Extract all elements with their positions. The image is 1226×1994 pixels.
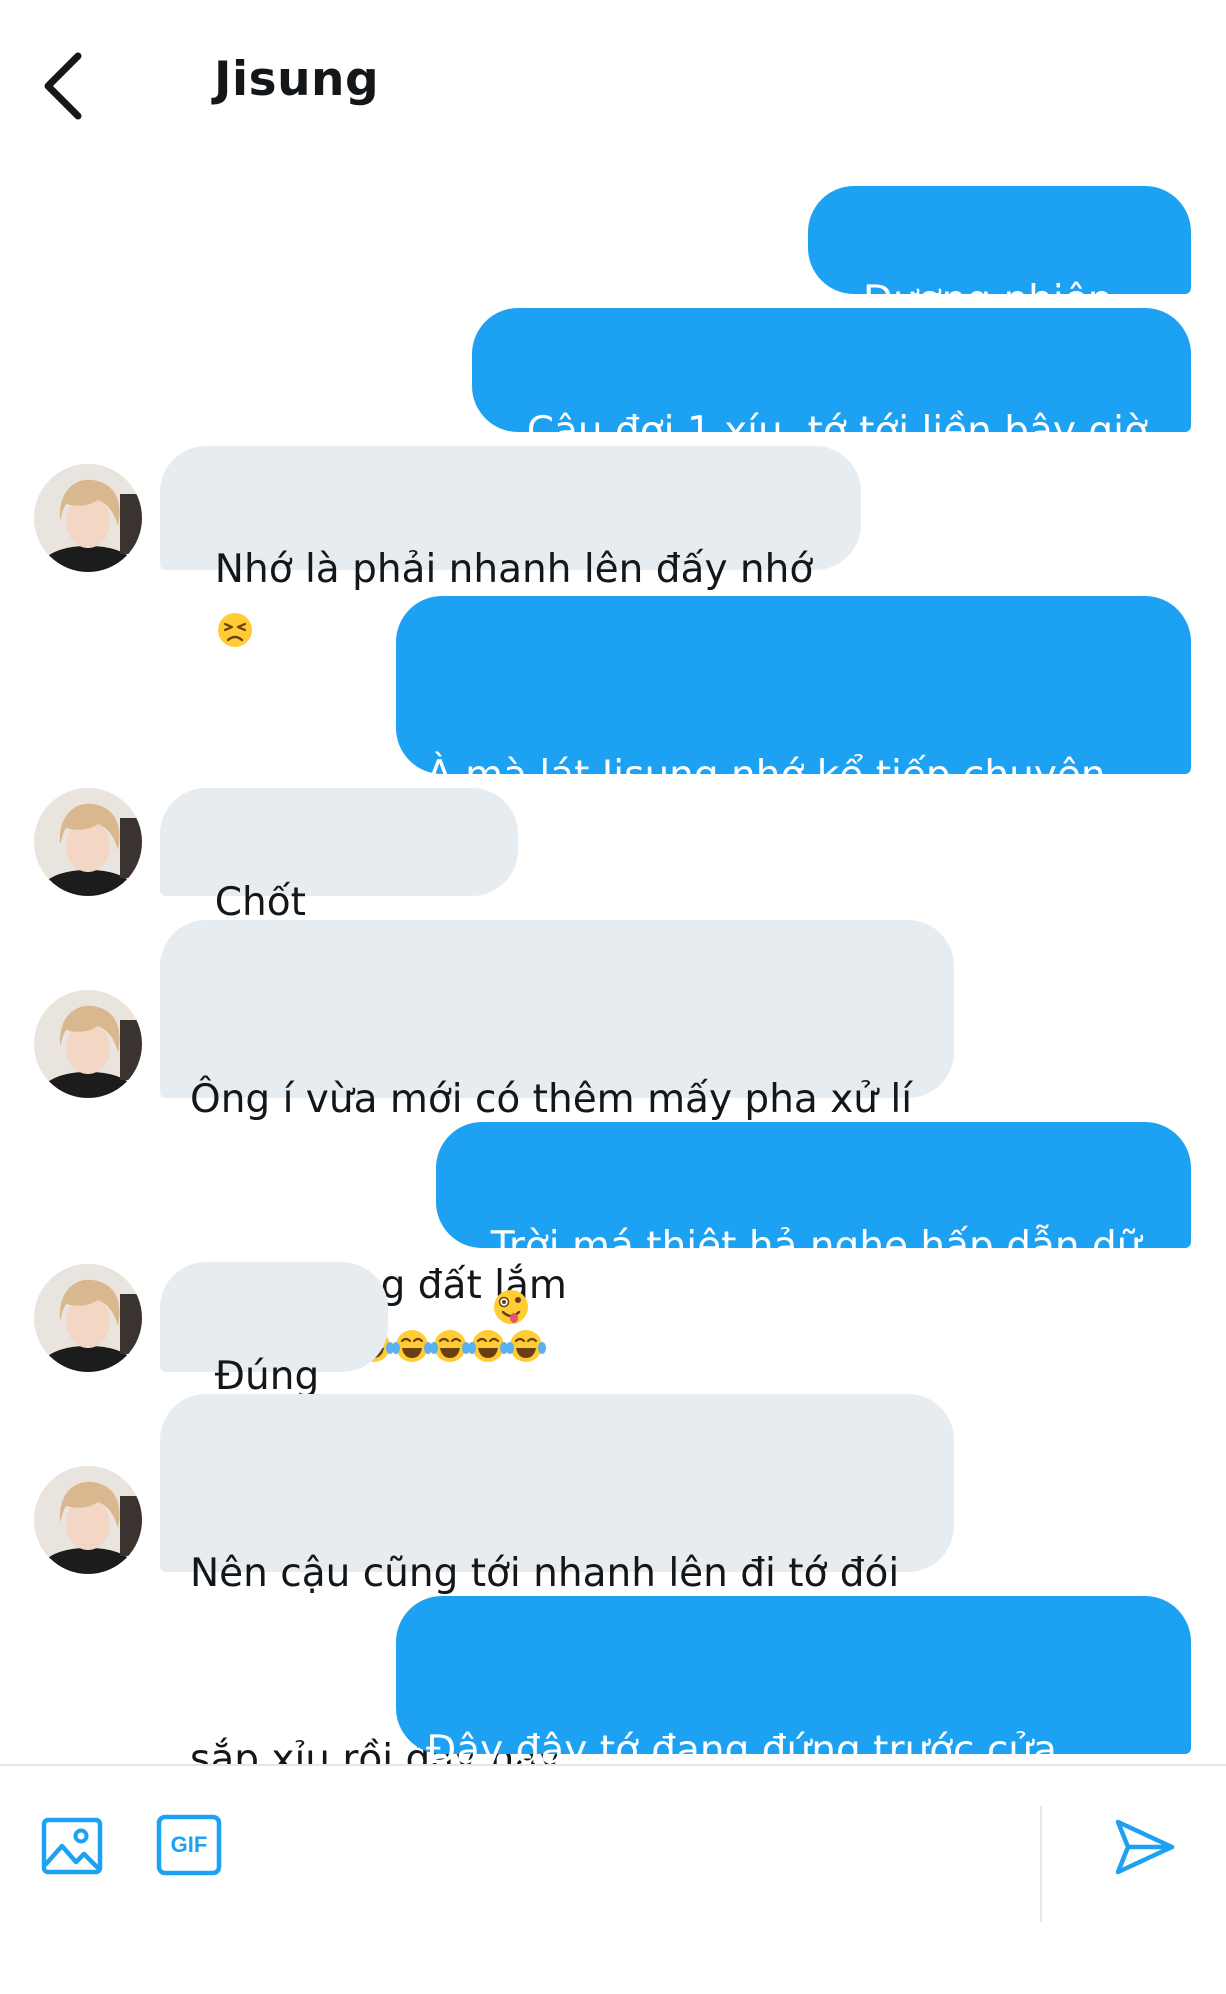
send-icon — [1115, 1819, 1175, 1875]
send-button[interactable] — [1112, 1816, 1178, 1878]
avatar-image — [34, 464, 142, 572]
message-composer: GIF — [0, 1764, 1226, 1922]
avatar[interactable] — [34, 1264, 142, 1372]
avatar-image — [34, 788, 142, 896]
message-incoming[interactable]: Ông í vừa mới có thêm mấy pha xử lí đi v… — [160, 920, 954, 1362]
gif-label: GIF — [170, 1832, 208, 1857]
avatar[interactable] — [34, 990, 142, 1098]
composer-divider — [1040, 1806, 1042, 1922]
avatar-image — [34, 990, 142, 1098]
back-button[interactable] — [36, 48, 96, 124]
tears-of-joy-face-emoji — [429, 1330, 470, 1362]
chat-header: Jisung — [0, 0, 1226, 170]
message-text: Trời má thiệt hả nghe hấp dẫn dữ — [490, 1224, 1142, 1269]
add-image-button[interactable] — [40, 1814, 104, 1878]
message-incoming[interactable]: Chốt đơn~~~~ — [160, 788, 518, 987]
avatar-image — [34, 1264, 142, 1372]
avatar-image — [34, 1466, 142, 1574]
persevering-face-emoji — [217, 613, 252, 647]
zany-face-emoji — [493, 1290, 528, 1324]
message-outgoing[interactable]: Đây đây tớ đang đứng trước cửa quán rồi — [396, 1596, 1191, 1935]
message-outgoing[interactable]: Đương nhiên rồi — [808, 186, 1191, 385]
conversation-title: Jisung — [214, 52, 380, 107]
add-gif-button[interactable]: GIF — [156, 1814, 222, 1876]
message-text: Nhớ là phải nhanh lên đấy nhớ — [214, 547, 814, 592]
message-outgoing[interactable]: Trời má thiệt hả nghe hấp dẫn dữ — [436, 1122, 1191, 1324]
avatar[interactable] — [34, 788, 142, 896]
image-icon — [41, 1817, 103, 1875]
message-incoming[interactable]: Nhớ là phải nhanh lên đấy nhớ — [160, 446, 861, 647]
avatar[interactable] — [34, 1466, 142, 1574]
message-incoming[interactable]: Đúng rồi — [160, 1262, 388, 1461]
message-incoming[interactable]: Nên cậu cũng tới nhanh lên đi tớ đói sắp… — [160, 1394, 954, 1837]
message-outgoing[interactable]: À mà lát Jisung nhớ kể tiếp chuyện ông a… — [396, 596, 1191, 1039]
tears-of-joy-face-emoji — [391, 1330, 432, 1362]
chevron-left-icon — [44, 52, 82, 120]
message-text-line: À mà lát Jisung nhớ kể tiếp chuyện — [426, 753, 1106, 798]
message-outgoing[interactable]: Cậu đợi 1 xíu, tớ tới liền bây giờ — [472, 308, 1191, 509]
avatar[interactable] — [34, 464, 142, 572]
